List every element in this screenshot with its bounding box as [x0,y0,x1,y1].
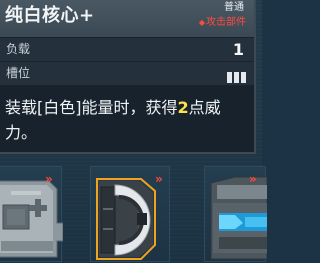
tooltip-header: 纯白核心+ 普通 ◆攻击部件 [0,0,254,37]
item-name: 纯白核心+ [5,5,95,26]
white-core-part-icon [96,178,156,260]
blue-core-part-icon [210,176,267,260]
upgrade-arrows-icon: » [155,172,162,186]
description-highlight-value: 2 [177,98,189,117]
inventory-slot-3[interactable]: » [204,166,267,262]
upgrade-arrows-icon: » [249,172,256,186]
stat-label-slot: 槽位 [6,66,31,80]
slot-pips [225,68,246,83]
stat-row-slot: 槽位 [0,62,254,86]
stat-row-load: 负载 1 [0,38,254,62]
item-slot-type-label: 攻击部件 [206,17,246,28]
description-text-before: 装载[白色]能量时，获得 [5,98,178,117]
slot-pip [227,72,232,83]
grey-module-part-icon [0,180,63,258]
upgrade-arrows-icon: » [45,172,52,186]
stat-value-load: 1 [232,40,244,59]
stat-label-load: 负载 [6,42,31,56]
inventory-slot-1[interactable]: » [0,166,63,262]
inventory-slot-2[interactable]: » [90,166,170,262]
game-screen: 纯白核心+ 普通 ◆攻击部件 负载 1 槽位 装载[白色]能量时，获得2点威力。 [0,0,267,262]
item-tooltip-card: 纯白核心+ 普通 ◆攻击部件 负载 1 槽位 装载[白色]能量时，获得2点威力。 [0,0,256,154]
item-description: 装载[白色]能量时，获得2点威力。 [5,95,250,145]
red-triangle-icon: ◆ [198,18,205,27]
item-rarity: 普通 [224,2,244,13]
slot-pip [234,72,239,83]
item-slot-type: ◆攻击部件 [199,16,246,29]
slot-pip [241,72,246,83]
